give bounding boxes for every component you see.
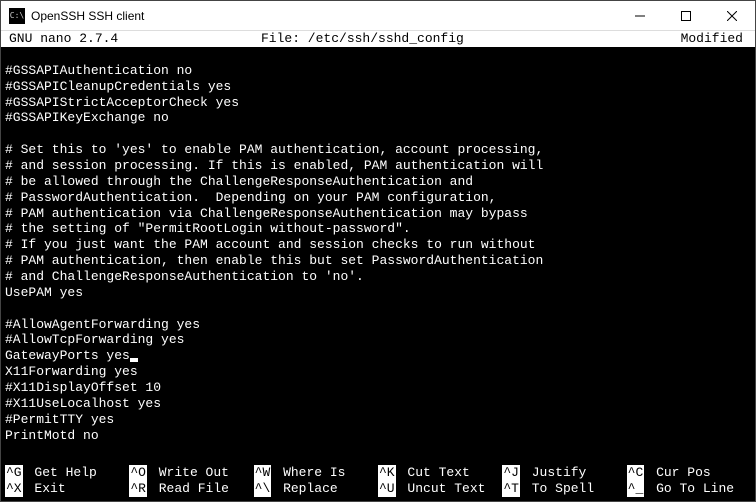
shortcut-item: ^W Where Is xyxy=(254,465,378,481)
shortcut-item: ^C Cur Pos xyxy=(627,465,751,481)
editor-line: UsePAM yes xyxy=(5,285,751,301)
nano-version: GNU nano 2.7.4 xyxy=(1,31,261,47)
shortcut-key: ^_ xyxy=(627,481,645,497)
window-title: OpenSSH SSH client xyxy=(31,9,617,23)
shortcut-key: ^\ xyxy=(254,481,272,497)
shortcut-item: ^U Uncut Text xyxy=(378,481,502,497)
shortcut-key: ^W xyxy=(254,465,272,481)
close-icon xyxy=(727,11,737,21)
window-controls xyxy=(617,1,755,30)
editor-line: #X11UseLocalhost yes xyxy=(5,396,751,412)
shortcut-item: ^K Cut Text xyxy=(378,465,502,481)
maximize-button[interactable] xyxy=(663,1,709,30)
shortcut-item: ^R Read File xyxy=(129,481,253,497)
shortcut-key: ^J xyxy=(502,465,520,481)
shortcut-key: ^G xyxy=(5,465,23,481)
shortcut-item: ^J Justify xyxy=(502,465,626,481)
shortcut-item: ^O Write Out xyxy=(129,465,253,481)
editor-line: # If you just want the PAM account and s… xyxy=(5,237,751,253)
editor-line: #GSSAPIKeyExchange no xyxy=(5,110,751,126)
editor-line: PrintMotd no xyxy=(5,428,751,444)
terminal-area[interactable]: GNU nano 2.7.4 File: /etc/ssh/sshd_confi… xyxy=(1,31,755,501)
editor-line xyxy=(5,301,751,317)
shortcut-key: ^K xyxy=(378,465,396,481)
shortcut-key: ^T xyxy=(502,481,520,497)
editor-line: #GSSAPICleanupCredentials yes xyxy=(5,79,751,95)
editor-line: #PermitTTY yes xyxy=(5,412,751,428)
minimize-icon xyxy=(635,11,645,21)
nano-header: GNU nano 2.7.4 File: /etc/ssh/sshd_confi… xyxy=(1,31,755,47)
shortcut-item: ^T To Spell xyxy=(502,481,626,497)
app-icon-text: C:\ xyxy=(10,11,24,20)
editor-content[interactable]: #GSSAPIAuthentication no#GSSAPICleanupCr… xyxy=(1,47,755,443)
editor-line: # PAM authentication, then enable this b… xyxy=(5,253,751,269)
editor-line: # PAM authentication via ChallengeRespon… xyxy=(5,206,751,222)
editor-line: # PasswordAuthentication. Depending on y… xyxy=(5,190,751,206)
editor-line: #X11DisplayOffset 10 xyxy=(5,380,751,396)
shortcut-label: Uncut Text xyxy=(400,481,486,497)
shortcut-label: Go To Line xyxy=(648,481,734,497)
editor-line: #GSSAPIAuthentication no xyxy=(5,63,751,79)
editor-line: X11Forwarding yes xyxy=(5,364,751,380)
nano-file-label: File: /etc/ssh/sshd_config xyxy=(261,31,681,47)
editor-line: GatewayPorts yes xyxy=(5,348,751,364)
shortcut-item: ^X Exit xyxy=(5,481,129,497)
nano-status: Modified xyxy=(681,31,755,47)
close-button[interactable] xyxy=(709,1,755,30)
editor-line: # be allowed through the ChallengeRespon… xyxy=(5,174,751,190)
window-titlebar: C:\ OpenSSH SSH client xyxy=(1,1,755,31)
editor-line: #AllowAgentForwarding yes xyxy=(5,317,751,333)
shortcut-key: ^X xyxy=(5,481,23,497)
shortcut-label: Write Out xyxy=(151,465,229,481)
shortcut-label: Read File xyxy=(151,481,229,497)
shortcut-label: Exit xyxy=(27,481,66,497)
shortcut-key: ^C xyxy=(627,465,645,481)
shortcut-item: ^_ Go To Line xyxy=(627,481,751,497)
editor-line: # and session processing. If this is ena… xyxy=(5,158,751,174)
app-icon: C:\ xyxy=(9,8,25,24)
shortcut-label: To Spell xyxy=(524,481,594,497)
shortcut-label: Get Help xyxy=(27,465,97,481)
shortcut-label: Where Is xyxy=(275,465,345,481)
shortcut-key: ^U xyxy=(378,481,396,497)
editor-line xyxy=(5,126,751,142)
shortcut-label: Replace xyxy=(275,481,337,497)
nano-shortcuts: ^G Get Help^O Write Out^W Where Is^K Cut… xyxy=(1,465,755,497)
shortcut-key: ^R xyxy=(129,481,147,497)
shortcut-label: Justify xyxy=(524,465,586,481)
editor-line: # and ChallengeResponseAuthentication to… xyxy=(5,269,751,285)
editor-line xyxy=(5,47,751,63)
text-cursor xyxy=(130,358,138,362)
editor-line: # Set this to 'yes' to enable PAM authen… xyxy=(5,142,751,158)
shortcut-item: ^G Get Help xyxy=(5,465,129,481)
shortcut-label: Cut Text xyxy=(400,465,470,481)
shortcut-key: ^O xyxy=(129,465,147,481)
editor-line: #GSSAPIStrictAcceptorCheck yes xyxy=(5,95,751,111)
maximize-icon xyxy=(681,11,691,21)
editor-line: #AllowTcpForwarding yes xyxy=(5,332,751,348)
shortcut-label: Cur Pos xyxy=(648,465,710,481)
shortcut-item: ^\ Replace xyxy=(254,481,378,497)
editor-line: # the setting of "PermitRootLogin withou… xyxy=(5,221,751,237)
minimize-button[interactable] xyxy=(617,1,663,30)
